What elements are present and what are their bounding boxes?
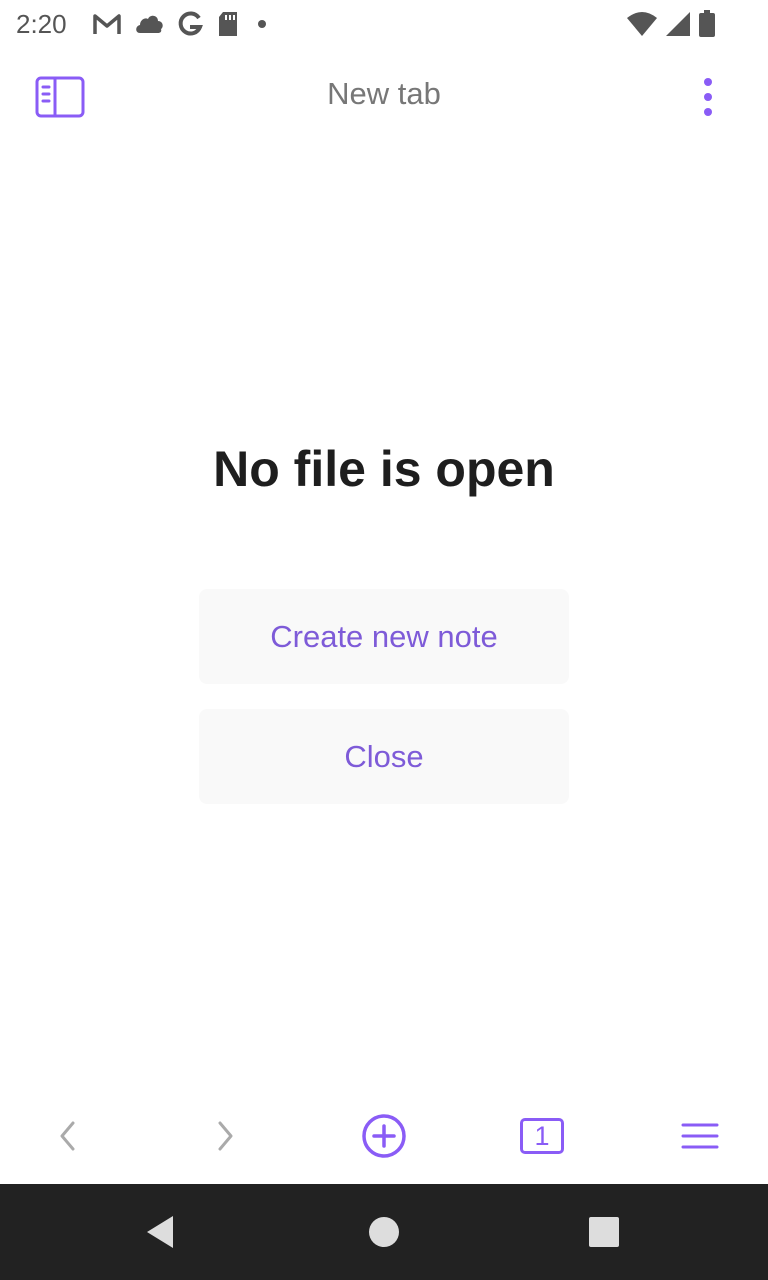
empty-state-heading: No file is open [213,441,555,497]
empty-state: No file is open [0,440,768,498]
more-vertical-icon [704,78,712,116]
status-icons-right [626,10,716,38]
more-options-button[interactable] [688,70,728,124]
nav-recents-button[interactable] [574,1208,634,1256]
tab-count-badge: 1 [520,1118,564,1154]
bottom-toolbar: 1 [0,1096,768,1176]
system-nav-bar [0,1184,768,1280]
menu-button[interactable] [660,1096,740,1176]
nav-back-button[interactable] [130,1208,190,1256]
forward-icon [218,1121,233,1151]
sd-card-icon [219,12,237,36]
cloud-icon [136,15,163,33]
nav-recents-icon [589,1217,619,1247]
status-bar: 2:20 [0,0,768,48]
create-new-note-button[interactable]: Create new note [199,589,569,684]
wifi-icon [627,12,657,36]
forward-button[interactable] [185,1096,265,1176]
google-icon [178,11,203,36]
tab-title: New tab [327,76,441,111]
new-tab-button[interactable] [344,1096,424,1176]
back-button[interactable] [28,1096,108,1176]
battery-icon [699,10,715,37]
signal-icon [666,12,690,36]
tab-switcher-button[interactable]: 1 [502,1096,582,1176]
status-time: 2:20 [16,9,67,39]
menu-icon [681,1123,719,1149]
close-button[interactable]: Close [199,709,569,804]
back-icon [60,1121,75,1151]
nav-home-button[interactable] [354,1208,414,1256]
status-icons-left [92,10,272,38]
nav-back-icon [147,1216,173,1248]
gmail-icon [93,14,121,34]
dot-icon [258,20,266,28]
app-header: New tab [0,56,768,140]
nav-home-icon [369,1217,399,1247]
new-tab-icon [362,1114,406,1158]
